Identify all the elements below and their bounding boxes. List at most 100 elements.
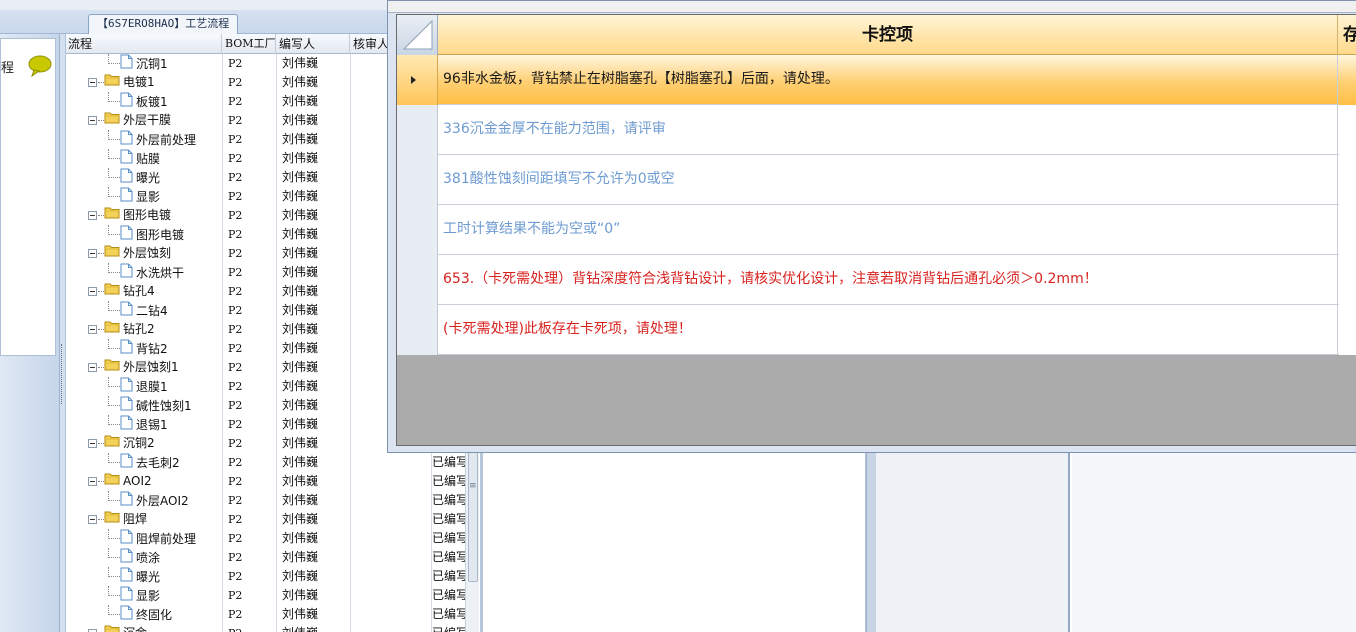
tree-leaf-node[interactable]: 显影 — [120, 187, 160, 206]
collapse-toggle-icon[interactable] — [88, 515, 97, 524]
tree-leaf-node[interactable]: 退锡1 — [120, 415, 168, 434]
window-tab[interactable]: 【6S7ERO8HAO】工艺流程 — [88, 14, 239, 34]
tree-row[interactable]: 终固化 P2 刘伟巍 已编写 — [66, 605, 486, 624]
next-column-cell[interactable] — [1339, 205, 1356, 255]
tree-node-label: 外层AOI2 — [136, 494, 189, 508]
tree-leaf-node[interactable]: 喷涂 — [120, 548, 160, 567]
tree-folder-node[interactable]: 外层蚀刻 — [104, 244, 171, 263]
tree-leaf-node[interactable]: 显影 — [120, 586, 160, 605]
check-item-row[interactable]: 653.（卡死需处理）背钻深度符合浅背钻设计，请核实优化设计，注意若取消背钻后通… — [397, 255, 1356, 305]
check-item-row[interactable]: 381酸性蚀刻间距填写不允许为0或空 — [397, 155, 1356, 205]
collapse-toggle-icon[interactable] — [88, 287, 97, 296]
next-column-cell[interactable] — [1339, 255, 1356, 305]
bom-factory-cell: P2 — [228, 361, 243, 374]
tree-leaf-node[interactable]: 二钻4 — [120, 301, 168, 320]
folder-icon — [104, 510, 120, 529]
check-item-row[interactable]: 336沉金金厚不在能力范围，请评审 — [397, 105, 1356, 155]
folder-icon — [104, 73, 120, 92]
tree-row[interactable]: 沉金 P2 刘伟巍 已编写 — [66, 624, 486, 632]
collapse-toggle-icon[interactable] — [88, 325, 97, 334]
folder-icon — [104, 111, 120, 130]
row-selector[interactable] — [397, 105, 438, 155]
folder-icon — [104, 624, 120, 632]
status-cell: 已编写 — [432, 624, 466, 632]
tree-folder-node[interactable]: 电镀1 — [104, 73, 155, 92]
row-selector[interactable] — [397, 305, 438, 355]
scrollbar-thumb[interactable] — [468, 452, 478, 582]
tree-leaf-node[interactable]: 曝光 — [120, 567, 160, 586]
tree-row[interactable]: 阻焊 P2 刘伟巍 已编写 — [66, 510, 486, 529]
tree-leaf-node[interactable]: 碱性蚀刻1 — [120, 396, 192, 415]
tree-row[interactable]: AOI2 P2 刘伟巍 已编写 — [66, 472, 486, 491]
next-column-cell[interactable] — [1339, 305, 1356, 355]
tree-connector — [108, 234, 120, 235]
tree-leaf-node[interactable]: 外层前处理 — [120, 130, 196, 149]
check-item-text[interactable]: 381酸性蚀刻间距填写不允许为0或空 — [438, 155, 1338, 205]
tree-grid-scrollbar[interactable] — [465, 452, 479, 632]
tree-folder-node[interactable]: 图形电镀 — [104, 206, 171, 225]
document-icon — [120, 491, 133, 512]
tree-leaf-node[interactable]: 贴膜 — [120, 149, 160, 168]
tree-leaf-node[interactable]: 水洗烘干 — [120, 263, 184, 282]
column-header-writer[interactable]: 编写人 — [277, 34, 350, 54]
tree-folder-node[interactable]: 沉铜2 — [104, 434, 155, 453]
next-column-cell[interactable] — [1339, 105, 1356, 155]
tree-folder-node[interactable]: 外层蚀刻1 — [104, 358, 179, 377]
collapse-toggle-icon[interactable] — [88, 211, 97, 220]
collapse-toggle-icon[interactable] — [88, 78, 97, 87]
right-panel-splitter[interactable] — [866, 452, 876, 632]
collapse-toggle-icon[interactable] — [88, 249, 97, 258]
tree-folder-node[interactable]: 阻焊 — [104, 510, 147, 529]
check-item-row[interactable]: 96非水金板，背钻禁止在树脂塞孔【树脂塞孔】后面，请处理。 — [397, 55, 1356, 105]
column-header-process[interactable]: 流程 — [66, 34, 222, 54]
next-column-cell[interactable] — [1339, 155, 1356, 205]
tree-leaf-node[interactable]: 去毛刺2 — [120, 453, 180, 472]
tree-row[interactable]: 显影 P2 刘伟巍 已编写 — [66, 586, 486, 605]
collapse-toggle-icon[interactable] — [88, 439, 97, 448]
far-right-panel — [1072, 452, 1356, 632]
collapse-toggle-icon[interactable] — [88, 477, 97, 486]
tree-row[interactable]: 外层AOI2 P2 刘伟巍 已编写 — [66, 491, 486, 510]
tree-folder-node[interactable]: 钻孔2 — [104, 320, 155, 339]
chat-bubble-icon[interactable] — [27, 55, 53, 78]
tree-leaf-node[interactable]: 板镀1 — [120, 92, 168, 111]
tree-folder-node[interactable]: 沉金 — [104, 624, 147, 632]
splitter-grip[interactable] — [61, 344, 65, 404]
tree-leaf-node[interactable]: 阻焊前处理 — [120, 529, 196, 548]
tree-folder-node[interactable]: 钻孔4 — [104, 282, 155, 301]
row-selector[interactable] — [397, 255, 438, 305]
tree-node-label: 终固化 — [136, 608, 173, 622]
tree-row[interactable]: 喷涂 P2 刘伟巍 已编写 — [66, 548, 486, 567]
writer-cell: 刘伟巍 — [282, 455, 319, 469]
check-item-text[interactable]: 96非水金板，背钻禁止在树脂塞孔【树脂塞孔】后面，请处理。 — [438, 55, 1338, 105]
tree-leaf-node[interactable]: 背钻2 — [120, 339, 168, 358]
tree-folder-node[interactable]: 外层干膜 — [104, 111, 171, 130]
tree-folder-node[interactable]: AOI2 — [104, 472, 152, 491]
column-header-next[interactable]: 存 — [1339, 15, 1356, 55]
row-selector[interactable] — [397, 205, 438, 255]
tree-leaf-node[interactable]: 终固化 — [120, 605, 172, 624]
collapse-toggle-icon[interactable] — [88, 363, 97, 372]
row-selector[interactable] — [397, 55, 438, 105]
tree-row[interactable]: 曝光 P2 刘伟巍 已编写 — [66, 567, 486, 586]
tree-leaf-node[interactable]: 曝光 — [120, 168, 160, 187]
next-column-cell[interactable] — [1339, 55, 1356, 105]
check-item-text[interactable]: 336沉金金厚不在能力范围，请评审 — [438, 105, 1338, 155]
check-item-row[interactable]: 工时计算结果不能为空或“0” — [397, 205, 1356, 255]
tree-row[interactable]: 去毛刺2 P2 刘伟巍 已编写 — [66, 453, 486, 472]
check-item-row[interactable]: (卡死需处理)此板存在卡死项，请处理！ — [397, 305, 1356, 355]
tree-leaf-node[interactable]: 沉铜1 — [120, 54, 168, 73]
tree-leaf-node[interactable]: 外层AOI2 — [120, 491, 189, 510]
tree-leaf-node[interactable]: 退膜1 — [120, 377, 168, 396]
select-all-corner[interactable] — [397, 15, 438, 55]
bom-factory-cell: P2 — [228, 532, 243, 545]
check-item-text[interactable]: 653.（卡死需处理）背钻深度符合浅背钻设计，请核实优化设计，注意若取消背钻后通… — [438, 255, 1338, 305]
column-header-bom-factory[interactable]: BOM工厂 — [223, 34, 276, 54]
check-item-text[interactable]: (卡死需处理)此板存在卡死项，请处理！ — [438, 305, 1338, 355]
check-item-text[interactable]: 工时计算结果不能为空或“0” — [438, 205, 1338, 255]
collapse-toggle-icon[interactable] — [88, 116, 97, 125]
tree-row[interactable]: 阻焊前处理 P2 刘伟巍 已编写 — [66, 529, 486, 548]
row-selector[interactable] — [397, 155, 438, 205]
column-header-check-item[interactable]: 卡控项 — [438, 15, 1338, 55]
tree-leaf-node[interactable]: 图形电镀 — [120, 225, 184, 244]
